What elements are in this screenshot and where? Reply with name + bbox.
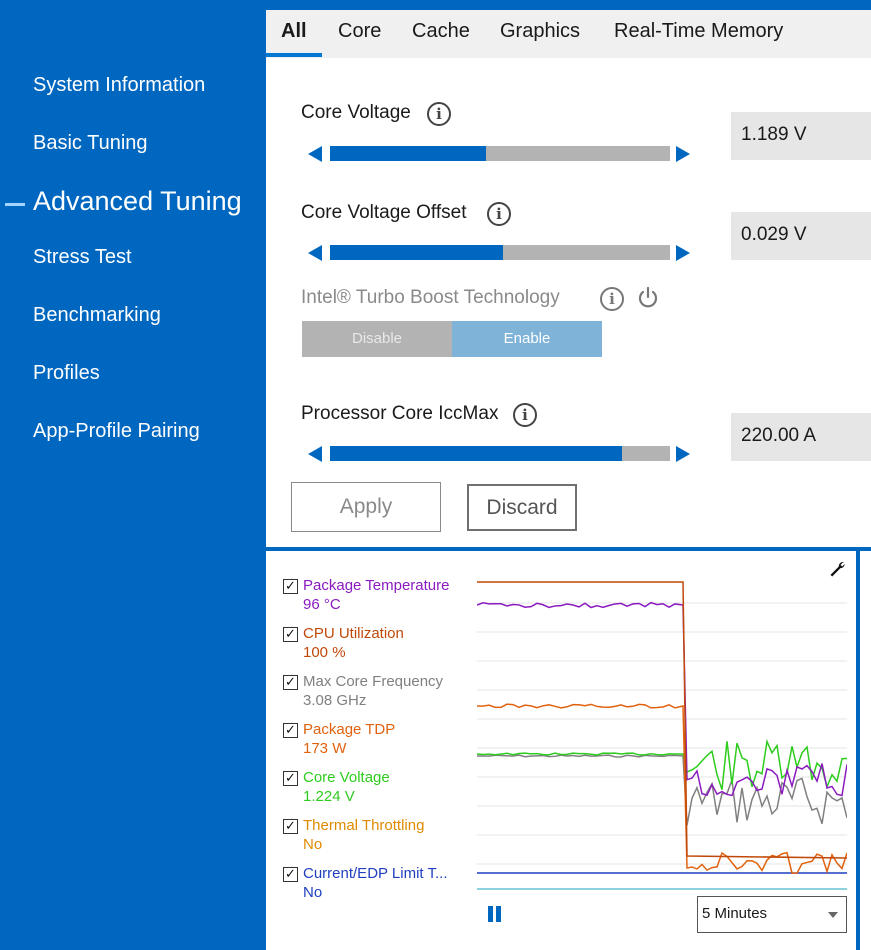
slider-fill xyxy=(330,446,623,461)
increase-arrow-icon[interactable] xyxy=(676,146,690,162)
metric-value: 96 °C xyxy=(303,596,341,613)
monitor-graph xyxy=(477,581,847,890)
metric-value: No xyxy=(303,836,323,853)
sidebar-item-profiles[interactable]: Profiles xyxy=(33,362,100,385)
monitor-scrollbar[interactable] xyxy=(856,551,871,950)
decrease-arrow-icon[interactable] xyxy=(308,146,322,162)
sidebar-item-benchmarking[interactable]: Benchmarking xyxy=(33,304,161,327)
metric-name: Max Core Frequency xyxy=(303,673,444,690)
metric-checkbox[interactable]: ✓ xyxy=(283,771,298,786)
monitor-panel: ✓ Package Temperature 96 °C ✓ CPU Utilizatio… xyxy=(266,551,871,950)
metric-checkbox[interactable]: ✓ xyxy=(283,819,298,834)
metric-name: Package TDP xyxy=(303,721,396,738)
increase-arrow-icon[interactable] xyxy=(676,245,690,261)
tab-cache[interactable]: Cache xyxy=(412,20,470,43)
slider-fill xyxy=(330,245,504,260)
core-voltage-value[interactable]: 1.189 V xyxy=(731,112,871,160)
metric-value: 3.08 GHz xyxy=(303,692,367,709)
core-voltage-label: Core Voltage xyxy=(301,102,411,123)
wrench-icon[interactable] xyxy=(828,559,848,579)
slider-track[interactable] xyxy=(330,245,670,260)
increase-arrow-icon[interactable] xyxy=(676,446,690,462)
time-range-select[interactable]: 5 Minutes xyxy=(697,896,847,933)
metric-name: Package Temperature xyxy=(303,577,450,594)
metric-value: 1.224 V xyxy=(303,788,355,805)
tab-graphics[interactable]: Graphics xyxy=(500,20,580,43)
metric-value: 173 W xyxy=(303,740,347,757)
metric-checkbox[interactable]: ✓ xyxy=(283,867,298,882)
pause-icon[interactable] xyxy=(488,906,504,922)
decrease-arrow-icon[interactable] xyxy=(308,245,322,261)
info-icon[interactable]: i xyxy=(513,403,537,427)
core-voltage-offset-label: Core Voltage Offset xyxy=(301,202,467,223)
power-icon[interactable] xyxy=(636,286,660,310)
info-icon[interactable]: i xyxy=(487,202,511,226)
slider-fill xyxy=(330,146,487,161)
slider-track[interactable] xyxy=(330,146,670,161)
sidebar-item-app-profile-pairing[interactable]: App-Profile Pairing xyxy=(33,420,200,443)
core-voltage-slider[interactable] xyxy=(308,142,692,164)
tab-active-underline xyxy=(266,53,322,57)
sidebar-item-system-information[interactable]: System Information xyxy=(33,74,205,97)
sidebar: System Information Basic Tuning Advanced… xyxy=(0,0,266,950)
metric-name: Core Voltage xyxy=(303,769,390,786)
enable-option[interactable]: Enable xyxy=(452,321,602,357)
sidebar-item-advanced-tuning[interactable]: Advanced Tuning xyxy=(33,186,242,217)
decrease-arrow-icon[interactable] xyxy=(308,446,322,462)
time-range-value: 5 Minutes xyxy=(702,905,768,922)
iccmax-slider[interactable] xyxy=(308,442,692,464)
sidebar-item-basic-tuning[interactable]: Basic Tuning xyxy=(33,132,148,155)
turbo-boost-toggle: Disable Enable xyxy=(302,321,602,357)
metric-checkbox[interactable]: ✓ xyxy=(283,675,298,690)
info-icon[interactable]: i xyxy=(427,102,451,126)
turbo-boost-label: Intel® Turbo Boost Technology xyxy=(301,287,560,308)
metric-value: No xyxy=(303,884,323,901)
iccmax-label: Processor Core IccMax xyxy=(301,403,499,424)
cpu-utilization-line xyxy=(477,581,847,859)
apply-button[interactable]: Apply xyxy=(291,482,441,532)
metric-name: CPU Utilization xyxy=(303,625,404,642)
active-indicator xyxy=(5,203,25,206)
iccmax-value[interactable]: 220.00 A xyxy=(731,413,871,461)
info-icon[interactable]: i xyxy=(600,287,624,311)
settings-panel: All Core Cache Graphics Real-Time Memory… xyxy=(266,10,871,547)
package-tdp-line xyxy=(477,703,847,874)
metric-value: 100 % xyxy=(303,644,346,661)
slider-track[interactable] xyxy=(330,446,670,461)
chevron-down-icon xyxy=(828,912,838,918)
tab-core[interactable]: Core xyxy=(338,20,381,43)
disable-option[interactable]: Disable xyxy=(302,321,452,357)
core-voltage-offset-slider[interactable] xyxy=(308,241,692,263)
tab-bar: All Core Cache Graphics Real-Time Memory xyxy=(266,10,871,58)
core-voltage-offset-value[interactable]: 0.029 V xyxy=(731,212,871,260)
tab-all[interactable]: All xyxy=(281,20,307,43)
metric-name: Thermal Throttling xyxy=(303,817,425,834)
metric-checkbox[interactable]: ✓ xyxy=(283,627,298,642)
metric-checkbox[interactable]: ✓ xyxy=(283,579,298,594)
max-core-frequency-line xyxy=(477,754,847,826)
metric-checkbox[interactable]: ✓ xyxy=(283,723,298,738)
discard-button[interactable]: Discard xyxy=(467,484,577,531)
metric-name: Current/EDP Limit T... xyxy=(303,865,448,882)
sidebar-item-stress-test[interactable]: Stress Test xyxy=(33,246,132,269)
tab-real-time-memory[interactable]: Real-Time Memory xyxy=(614,20,783,43)
